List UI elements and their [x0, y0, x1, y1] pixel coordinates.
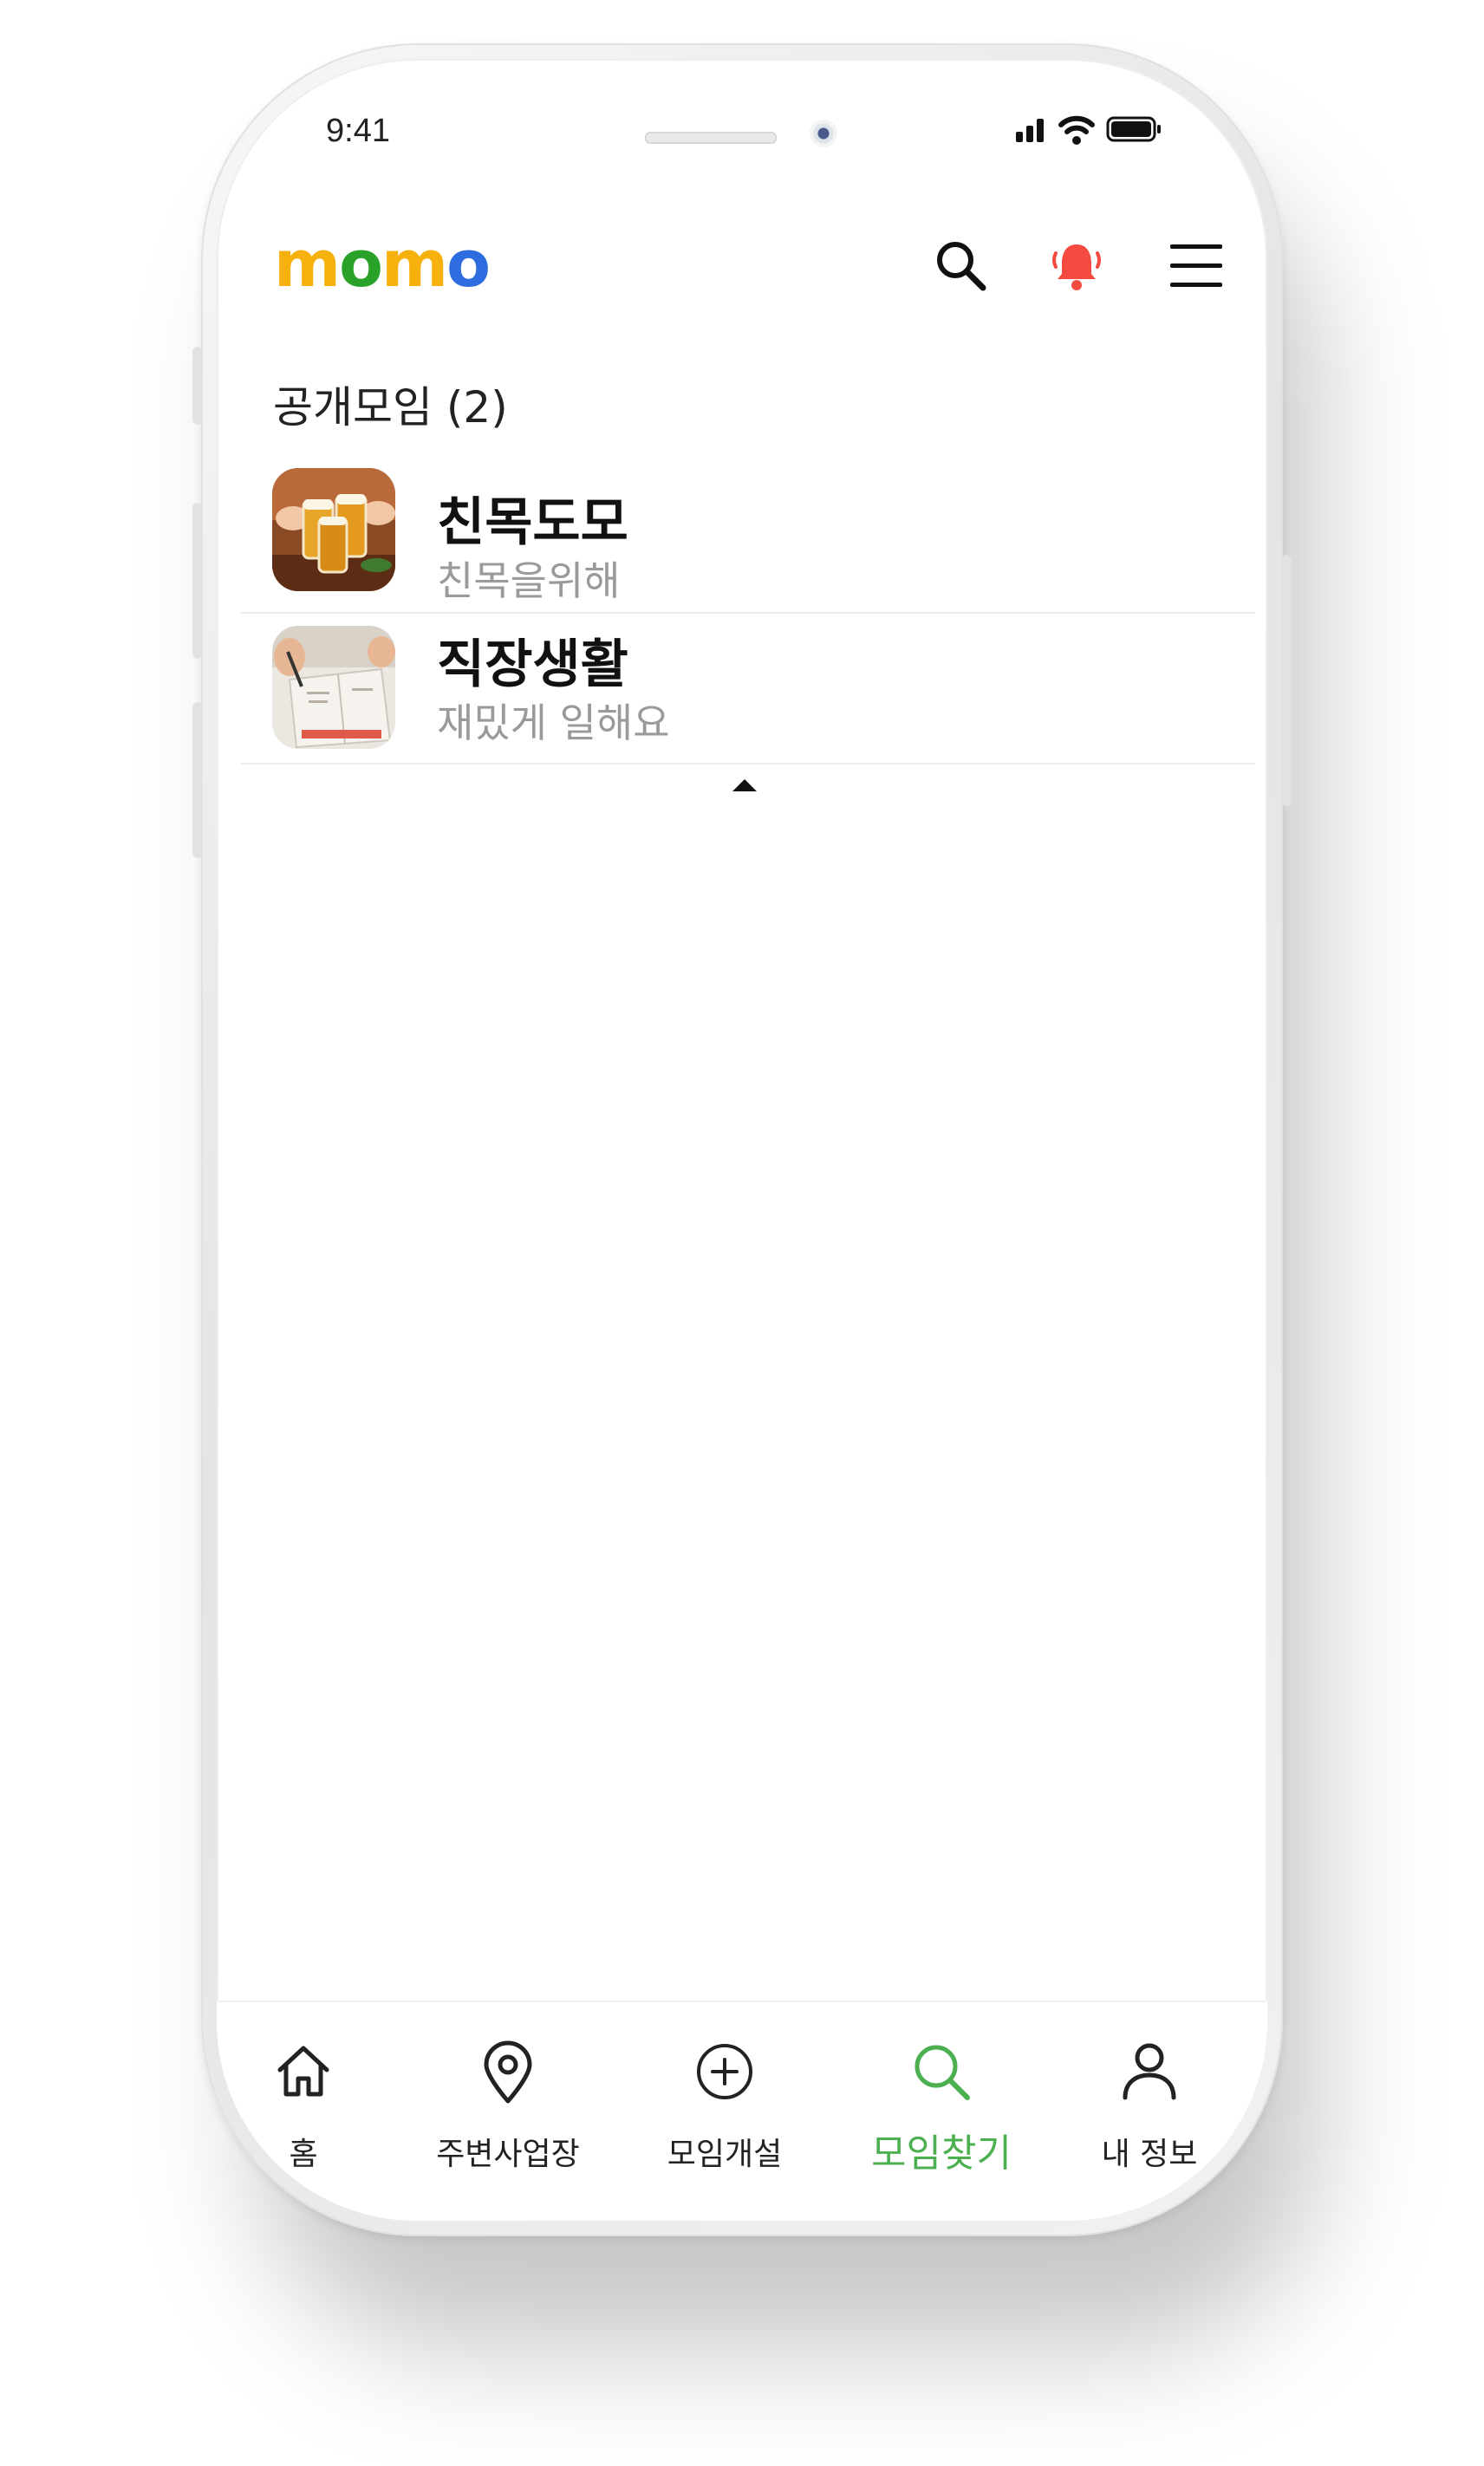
location-pin-icon: [478, 2040, 538, 2110]
nav-label: 홈: [289, 2137, 318, 2172]
nav-label: 내 정보: [1101, 2137, 1198, 2172]
alarm-bell-icon: [1052, 244, 1101, 290]
silent-switch: [192, 347, 203, 425]
notification-button[interactable]: [1051, 237, 1103, 296]
hamburger-menu-icon: [1170, 244, 1222, 287]
group-description: 재밌게 일해요: [437, 699, 670, 746]
logo-letter: o: [446, 227, 491, 302]
search-button[interactable]: [933, 237, 988, 296]
plus-circle-icon: [693, 2040, 756, 2106]
group-list-item[interactable]: 직장생활 재밌게 일해요: [241, 614, 1255, 765]
nav-label: 모임찾기: [871, 2131, 1012, 2176]
front-camera: [810, 120, 837, 147]
group-name: 직장생활: [437, 634, 628, 695]
logo-letter: o: [339, 227, 383, 302]
office-notebook-photo: [272, 626, 395, 749]
beer-glasses-photo: [272, 468, 395, 591]
search-icon: [910, 2040, 973, 2106]
app-screen: 9:41 momo 공개모임 (2) 친목도모 친목을위해 직장생활 재밌게 일…: [217, 59, 1267, 2221]
power-button: [1281, 555, 1292, 806]
bottom-navigation: 홈 주변사업장 모임개설 모임찾기 내 정보: [217, 2001, 1267, 2221]
momo-logo[interactable]: momo: [274, 227, 491, 302]
signal-icon: [1016, 119, 1044, 142]
group-thumbnail: [272, 468, 395, 591]
nav-create-group[interactable]: 모임개설: [629, 2002, 820, 2176]
status-icons: [1016, 113, 1163, 151]
nav-label: 주변사업장: [436, 2137, 580, 2172]
wifi-icon: [1058, 115, 1095, 145]
logo-letter: m: [274, 227, 341, 302]
logo-letter: m: [381, 227, 448, 302]
group-description: 친목을위해: [437, 557, 621, 604]
collapse-caret-icon[interactable]: [732, 779, 757, 791]
volume-down-button: [192, 702, 203, 858]
nav-find-group[interactable]: 모임찾기: [846, 2002, 1037, 2176]
section-title: 공개모임 (2): [273, 382, 508, 433]
group-list-item[interactable]: 친목도모 친목을위해: [241, 463, 1255, 614]
nav-nearby-business[interactable]: 주변사업장: [413, 2002, 603, 2176]
menu-button[interactable]: [1168, 243, 1224, 293]
battery-icon: [1106, 116, 1161, 142]
search-icon: [937, 242, 986, 291]
group-thumbnail: [272, 626, 395, 749]
volume-up-button: [192, 503, 203, 659]
group-name: 친목도모: [437, 492, 628, 553]
user-icon: [1119, 2040, 1180, 2106]
home-icon: [273, 2040, 334, 2105]
status-time: 9:41: [326, 113, 390, 149]
speaker-grille: [645, 132, 777, 144]
nav-label: 모임개설: [667, 2137, 783, 2172]
nav-home[interactable]: 홈: [217, 2002, 399, 2176]
nav-my-info[interactable]: 내 정보: [1054, 2002, 1245, 2176]
